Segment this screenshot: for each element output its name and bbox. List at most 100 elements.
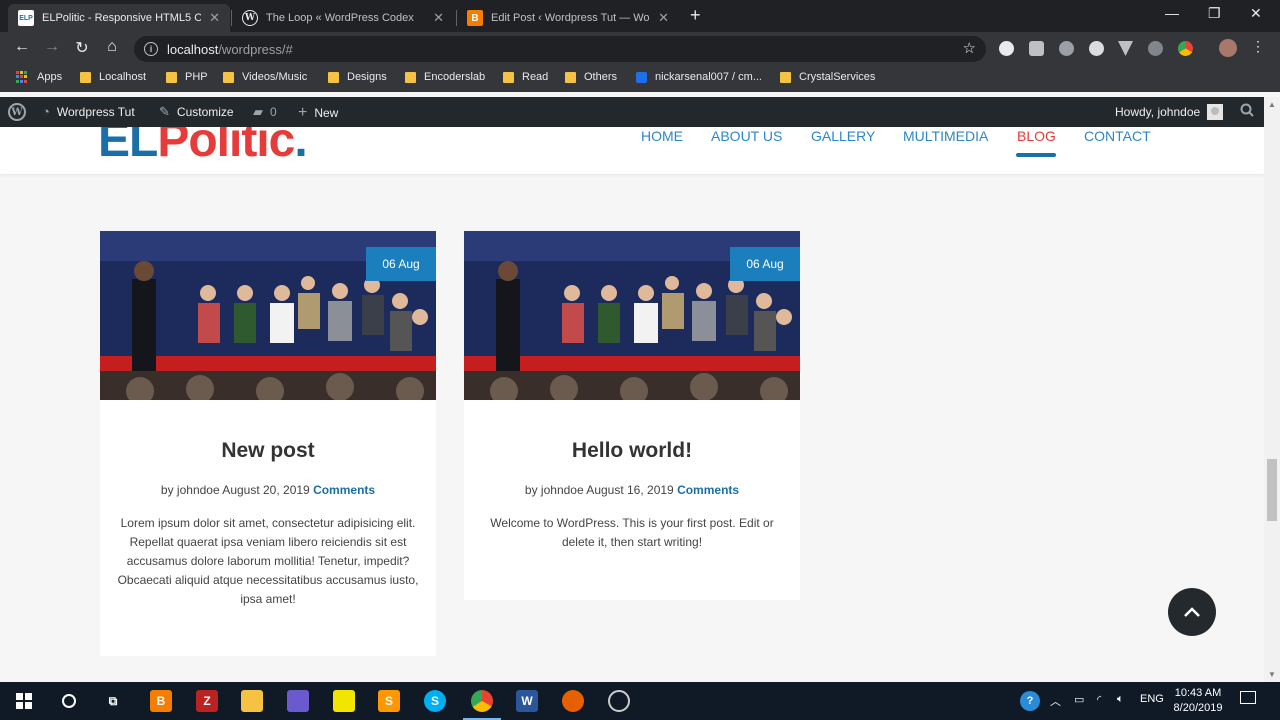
post-excerpt: Welcome to WordPress. This is your first…	[490, 516, 774, 549]
wp-site-name-link[interactable]: ◔ Wordpress Tut	[42, 104, 135, 119]
file-explorer-icon[interactable]	[241, 690, 263, 712]
chevron-up-icon	[1184, 607, 1200, 617]
bookmark-designs[interactable]: Designs	[328, 71, 387, 83]
show-hidden-icons-chevron-icon[interactable]: ︿	[1050, 693, 1061, 709]
taskbar-clock[interactable]: 10:43 AM 8/20/2019	[1172, 686, 1224, 716]
bookmark-php[interactable]: PHP	[166, 71, 208, 83]
post-title[interactable]: Hello world!	[464, 439, 800, 463]
network-app-icon[interactable]	[287, 690, 309, 712]
nav-blog[interactable]: BLOG	[1017, 128, 1056, 144]
reload-icon[interactable]: ↻	[71, 38, 93, 58]
skype-icon[interactable]: S	[424, 690, 446, 712]
filezilla-icon[interactable]: Z	[196, 690, 218, 712]
folder-icon	[80, 71, 91, 83]
bookmark-read[interactable]: Read	[503, 71, 548, 83]
post-thumbnail[interactable]: 06 Aug	[100, 231, 436, 400]
scrollbar-thumb[interactable]	[1267, 459, 1277, 521]
post-thumbnail[interactable]: 06 Aug	[464, 231, 800, 400]
new-tab-icon[interactable]: +	[690, 5, 701, 26]
minimize-icon[interactable]: —	[1165, 5, 1179, 21]
wifi-icon[interactable]: ◜	[1097, 693, 1101, 706]
folder-icon	[328, 71, 339, 83]
browser-tab-strip: ELP ELPolitic - Responsive HTML5 Or ✕ W …	[0, 0, 1280, 32]
home-icon[interactable]: ⌂	[101, 38, 123, 56]
nav-contact[interactable]: CONTACT	[1084, 128, 1151, 144]
post-meta: by johndoe August 16, 2019 Comments	[524, 483, 740, 497]
word-icon[interactable]: W	[516, 690, 538, 712]
sublime-text-icon[interactable]: S	[378, 690, 400, 712]
bookmark-github[interactable]: nickarsenal007 / cm...	[636, 71, 762, 83]
cortana-search-icon[interactable]	[58, 690, 80, 712]
chrome-icon[interactable]	[463, 690, 501, 720]
bookmark-star-icon[interactable]: ☆	[963, 39, 976, 57]
back-arrow-icon[interactable]: ←	[11, 38, 33, 56]
bookmark-others[interactable]: Others	[565, 71, 617, 83]
post-card: 06 Aug New post by johndoe August 20, 20…	[100, 231, 436, 656]
action-center-icon[interactable]	[1240, 691, 1256, 707]
folder-icon	[223, 71, 234, 83]
post-date-badge: 06 Aug	[366, 247, 436, 281]
extension-icon[interactable]	[1148, 41, 1163, 56]
chrome-extension-icon[interactable]	[1178, 41, 1193, 56]
post-title[interactable]: New post	[100, 439, 436, 463]
bookmark-localhost[interactable]: Localhost	[80, 71, 146, 83]
forward-arrow-icon[interactable]: →	[41, 38, 63, 56]
close-tab-icon[interactable]: ✕	[209, 10, 220, 26]
bookmark-apps[interactable]: Apps	[16, 71, 62, 83]
volume-icon[interactable]: 🔈︎	[1117, 693, 1124, 706]
page-scrollbar[interactable]: ▲ ▼	[1264, 97, 1280, 682]
info-icon[interactable]: i	[144, 42, 158, 56]
comments-link[interactable]: Comments	[313, 483, 375, 497]
bookmark-encoderslab[interactable]: Encoderslab	[405, 71, 485, 83]
comments-link[interactable]: Comments	[677, 483, 739, 497]
scroll-down-arrow-icon[interactable]: ▼	[1268, 670, 1276, 679]
vue-extension-icon[interactable]	[1118, 41, 1133, 56]
folder-icon	[780, 71, 791, 83]
wp-customize-link[interactable]: ✎ Customize	[159, 104, 234, 120]
bookmarks-bar: Apps Localhost PHP Videos/Music Designs …	[0, 66, 1280, 92]
sticky-notes-icon[interactable]	[333, 690, 355, 712]
scroll-up-arrow-icon[interactable]: ▲	[1268, 100, 1276, 109]
restore-icon[interactable]: ❐	[1208, 5, 1221, 22]
lightbulb-extension-icon[interactable]	[1089, 41, 1104, 56]
wp-comments-link[interactable]: ▰ 0	[253, 104, 277, 120]
task-view-icon[interactable]: ⧉	[102, 690, 124, 712]
nav-home[interactable]: HOME	[641, 128, 683, 144]
menu-kebab-icon[interactable]: ⋮	[1247, 38, 1269, 55]
bookmark-crystalservices[interactable]: CrystalServices	[780, 71, 875, 83]
tab-elpolitic[interactable]: ELP ELPolitic - Responsive HTML5 Or ✕	[8, 4, 230, 32]
tab-edit-post[interactable]: B Edit Post ‹ Wordpress Tut — Wor ✕	[457, 4, 679, 32]
tab-title: The Loop « WordPress Codex	[266, 12, 414, 24]
nav-about-us[interactable]: ABOUT US	[711, 128, 782, 144]
address-bar[interactable]: i localhost/wordpress/# ☆	[134, 36, 986, 62]
wp-logo-menu[interactable]: W	[8, 103, 26, 121]
url-text[interactable]: localhost/wordpress/#	[167, 42, 293, 57]
extension-icon[interactable]	[999, 41, 1014, 56]
github-icon	[636, 71, 647, 83]
nav-gallery[interactable]: GALLERY	[811, 128, 875, 144]
extension-icon[interactable]	[1059, 41, 1074, 56]
windows-start-icon[interactable]	[13, 690, 35, 712]
elp-favicon-icon: ELP	[18, 10, 34, 26]
wp-new-link[interactable]: + New	[298, 104, 338, 122]
tab-the-loop[interactable]: W The Loop « WordPress Codex ✕	[232, 4, 454, 32]
close-window-icon[interactable]: ✕	[1250, 5, 1262, 22]
wp-search-icon[interactable]	[1240, 103, 1254, 117]
folder-icon	[565, 71, 576, 83]
app-icon[interactable]	[608, 690, 630, 712]
windows-taskbar: ⧉ B Z S S W ? ︿ ▭ ◜ 🔈︎ ENG 10:43 AM 8/20…	[0, 682, 1280, 720]
close-tab-icon[interactable]: ✕	[658, 10, 669, 26]
wp-howdy-account[interactable]: Howdy, johndoe	[1115, 104, 1224, 120]
input-language[interactable]: ENG	[1140, 693, 1164, 705]
nav-multimedia[interactable]: MULTIMEDIA	[903, 128, 988, 144]
help-icon[interactable]: ?	[1020, 691, 1040, 711]
close-tab-icon[interactable]: ✕	[433, 10, 444, 26]
app-icon[interactable]: B	[150, 690, 172, 712]
battery-icon[interactable]: ▭	[1074, 693, 1084, 706]
scroll-to-top-button[interactable]	[1168, 588, 1216, 636]
camera-extension-icon[interactable]	[1029, 41, 1044, 56]
bookmark-videos-music[interactable]: Videos/Music	[223, 71, 307, 83]
profile-avatar[interactable]	[1219, 39, 1237, 57]
firefox-icon[interactable]	[562, 690, 584, 712]
site-logo[interactable]: ELPolitic.	[98, 127, 308, 168]
